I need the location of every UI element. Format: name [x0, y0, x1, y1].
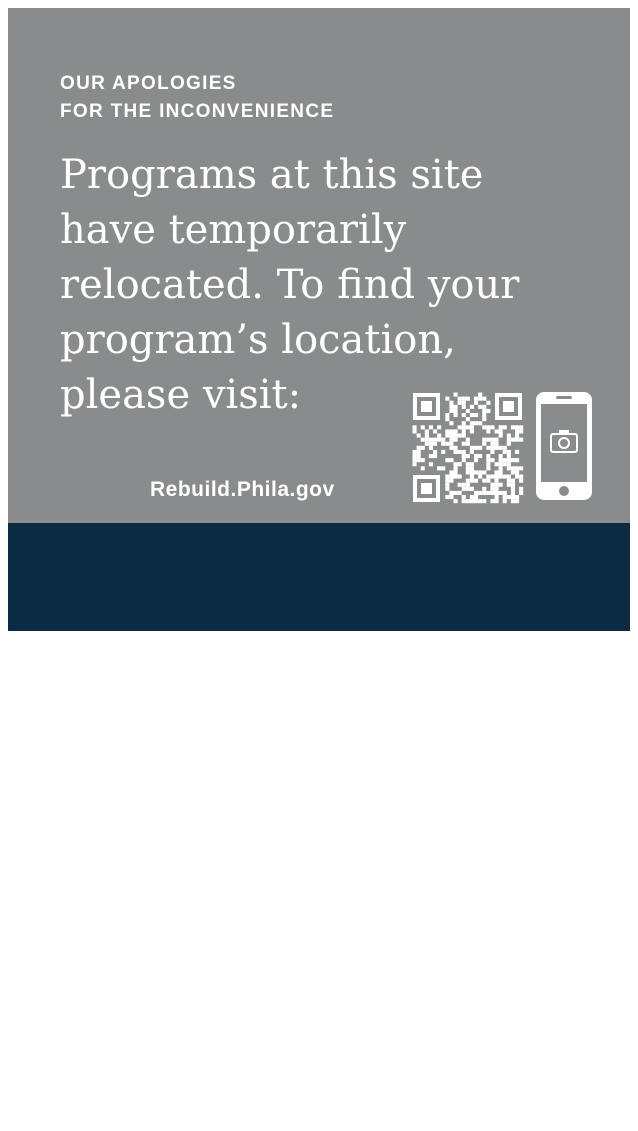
kicker-line-2: FOR THE INCONVENIENCE	[60, 101, 335, 122]
apology-kicker: OUR APOLOGIES FOR THE INCONVENIENCE	[60, 70, 334, 126]
headline-line-3: relocated. To find your	[60, 262, 520, 308]
notice-sign: OUR APOLOGIES FOR THE INCONVENIENCE Prog…	[8, 8, 630, 1131]
website-url[interactable]: Rebuild.Phila.gov	[150, 478, 335, 502]
qr-code-icon[interactable]	[411, 391, 524, 504]
badge-text: PPR	[80, 1086, 121, 1106]
site-name: (Name of Site)	[166, 1068, 470, 1116]
kicker-line-1: OUR APOLOGIES	[60, 73, 237, 94]
headline-line-2: have temporarily	[60, 207, 407, 253]
site-name-banner: PPR (Name of Site)	[8, 523, 630, 1131]
ppr-logo-badge: PPR	[63, 1057, 137, 1131]
headline-line-1: Programs at this site	[60, 152, 484, 198]
phone-camera-icon	[536, 392, 592, 500]
headline-line-4: program’s location,	[60, 317, 456, 363]
relocation-message: Programs at this site have temporarily r…	[60, 148, 519, 423]
notice-upper-panel: OUR APOLOGIES FOR THE INCONVENIENCE Prog…	[8, 8, 630, 523]
